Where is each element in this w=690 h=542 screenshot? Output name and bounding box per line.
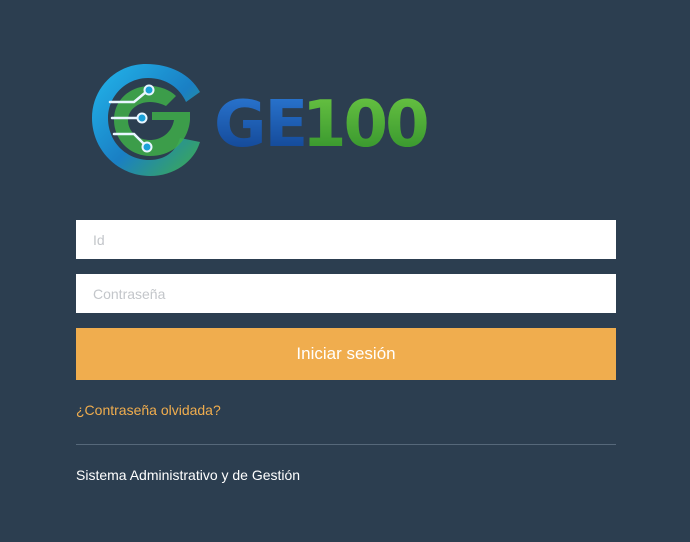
password-input[interactable] bbox=[76, 274, 616, 313]
ge100-logo: GE 100 bbox=[88, 58, 468, 182]
login-page: GE 100 Iniciar sesión ¿Contraseña olvida… bbox=[0, 0, 690, 542]
system-name-text: Sistema Administrativo y de Gestión bbox=[76, 467, 301, 483]
divider bbox=[76, 444, 616, 445]
forgot-password-link[interactable]: ¿Contraseña olvidada? bbox=[76, 402, 221, 418]
login-button[interactable]: Iniciar sesión bbox=[76, 328, 616, 380]
logo-text-100: 100 bbox=[302, 88, 427, 162]
swirl-emblem bbox=[92, 64, 200, 176]
logo-text-ge: GE bbox=[214, 88, 306, 162]
id-input[interactable] bbox=[76, 220, 616, 259]
